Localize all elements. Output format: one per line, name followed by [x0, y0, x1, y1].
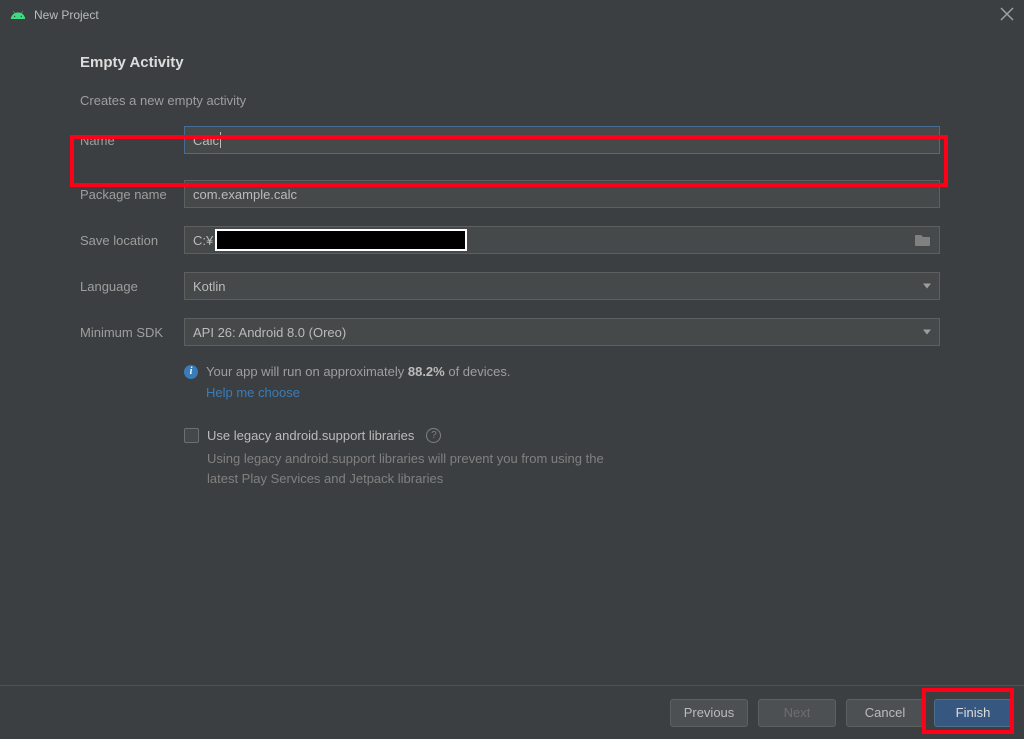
text-caret: [220, 132, 221, 148]
legacy-checkbox-line: Use legacy android.support libraries ?: [184, 428, 940, 443]
row-language: Language Kotlin: [0, 272, 1024, 300]
legacy-block: Use legacy android.support libraries ? U…: [184, 428, 940, 488]
save-location-prefix: C:¥: [185, 233, 213, 248]
row-name: Name Calc: [0, 126, 1024, 154]
chevron-down-icon: [923, 330, 931, 335]
legacy-label: Use legacy android.support libraries: [207, 428, 414, 443]
name-label: Name: [80, 133, 184, 148]
row-minimum-sdk: Minimum SDK API 26: Android 8.0 (Oreo): [0, 318, 1024, 346]
sdk-info-block: i Your app will run on approximately 88.…: [184, 364, 940, 400]
close-button[interactable]: [1000, 7, 1014, 24]
legacy-checkbox[interactable]: [184, 428, 199, 443]
cancel-button[interactable]: Cancel: [846, 699, 924, 727]
package-label: Package name: [80, 187, 184, 202]
folder-browse-icon[interactable]: [915, 233, 931, 247]
previous-button[interactable]: Previous: [670, 699, 748, 727]
language-value: Kotlin: [193, 279, 226, 294]
name-input-value: Calc: [193, 133, 219, 148]
sdk-info-text: Your app will run on approximately 88.2%…: [206, 364, 511, 379]
redacted-path: [215, 229, 467, 251]
save-location-label: Save location: [80, 233, 184, 248]
chevron-down-icon: [923, 284, 931, 289]
close-icon: [1000, 7, 1014, 21]
titlebar: New Project: [0, 0, 1024, 30]
info-icon: i: [184, 365, 198, 379]
minsdk-label: Minimum SDK: [80, 325, 184, 340]
name-input[interactable]: Calc: [184, 126, 940, 154]
row-package: Package name: [0, 180, 1024, 208]
content-area: Empty Activity Creates a new empty activ…: [0, 30, 1024, 488]
next-button: Next: [758, 699, 836, 727]
minsdk-value: API 26: Android 8.0 (Oreo): [193, 325, 346, 340]
android-icon: [10, 7, 26, 23]
package-input[interactable]: [184, 180, 940, 208]
finish-button[interactable]: Finish: [934, 699, 1012, 727]
sdk-info-line: i Your app will run on approximately 88.…: [184, 364, 940, 379]
page-title: Empty Activity: [80, 54, 1024, 71]
language-label: Language: [80, 279, 184, 294]
footer-bar: Previous Next Cancel Finish: [0, 685, 1024, 739]
save-location-input[interactable]: C:¥: [184, 226, 940, 254]
page-subtitle: Creates a new empty activity: [80, 93, 1024, 108]
legacy-note: Using legacy android.support libraries w…: [207, 449, 637, 488]
window-title: New Project: [34, 8, 99, 22]
language-select[interactable]: Kotlin: [184, 272, 940, 300]
help-me-choose-link[interactable]: Help me choose: [206, 385, 300, 400]
help-icon[interactable]: ?: [426, 428, 441, 443]
row-save-location: Save location C:¥: [0, 226, 1024, 254]
minsdk-select[interactable]: API 26: Android 8.0 (Oreo): [184, 318, 940, 346]
